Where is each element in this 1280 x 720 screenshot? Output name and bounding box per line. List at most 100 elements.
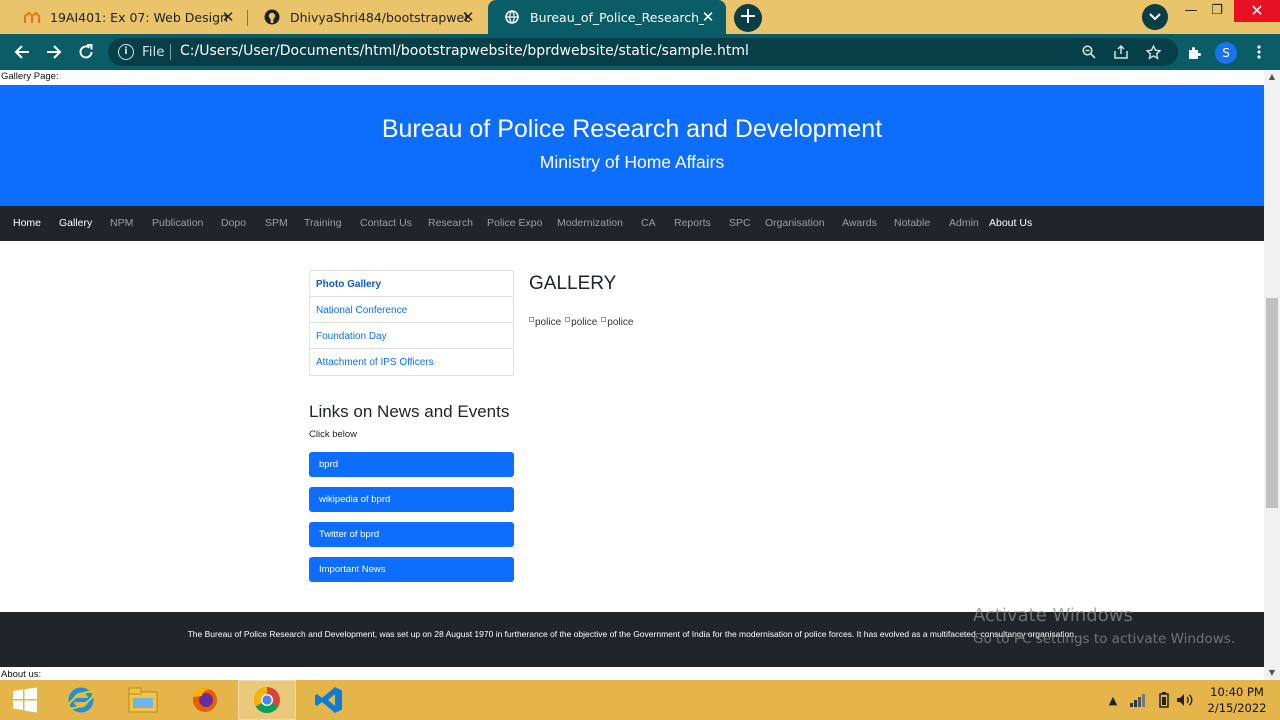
bookmark-star-icon[interactable]: [1144, 43, 1162, 61]
nav-dopo[interactable]: Dopo: [221, 217, 246, 229]
tab-github[interactable]: DhivyaShri484/bootstrapwebsite ✕: [248, 0, 486, 34]
tab-bprd-active[interactable]: Bureau_of_Police_Research_and_D ✕: [488, 0, 726, 34]
nav-npm[interactable]: NPM: [110, 217, 133, 229]
nav-awards[interactable]: Awards: [842, 217, 877, 229]
tab-title: DhivyaShri484/bootstrapwebsite: [290, 9, 470, 25]
close-tab-icon[interactable]: ✕: [220, 9, 236, 25]
gallery-images: police police police: [529, 317, 633, 328]
broken-image: police: [529, 317, 561, 328]
nav-organisation[interactable]: Organisation: [765, 217, 825, 229]
taskbar-file-explorer[interactable]: [114, 680, 172, 720]
taskbar-chrome[interactable]: [238, 680, 296, 720]
sidebar-item-photo-gallery[interactable]: Photo Gallery: [310, 271, 513, 297]
windows-taskbar: ▲ 10:40 PM 2/15/2022: [0, 680, 1280, 720]
battery-icon[interactable]: [1156, 692, 1172, 708]
nav-contact-us[interactable]: Contact Us: [360, 217, 412, 229]
address-bar[interactable]: i File C:/Users/User/Documents/html/boot…: [108, 38, 1178, 66]
nav-spc[interactable]: SPC: [729, 217, 751, 229]
clock-date: 2/15/2022: [1207, 701, 1267, 715]
tab-search-button[interactable]: [1142, 4, 1168, 30]
sidebar-item-foundation-day[interactable]: Foundation Day: [310, 323, 513, 349]
gallery-page-label: Gallery Page:: [1, 71, 59, 82]
broken-image: police: [565, 317, 597, 328]
clock-time: 10:40 PM: [1210, 685, 1264, 699]
page-icon: [504, 9, 520, 25]
scrollbar-thumb[interactable]: [1266, 298, 1278, 508]
speaker-icon[interactable]: [1176, 692, 1194, 708]
nav-reports[interactable]: Reports: [674, 217, 711, 229]
zoom-icon[interactable]: [1080, 43, 1098, 61]
back-button[interactable]: [10, 40, 34, 64]
sidebar-item-ips-officers[interactable]: Attachment of IPS Officers: [310, 349, 513, 375]
extensions-button[interactable]: [1182, 40, 1206, 64]
page-scrollbar[interactable]: ▲ ▼: [1264, 70, 1280, 680]
scroll-down-arrow[interactable]: ▼: [1264, 666, 1280, 680]
profile-avatar[interactable]: S: [1215, 42, 1237, 64]
menu-button[interactable]: [1247, 40, 1271, 64]
file-explorer-icon: [128, 687, 158, 713]
wikipedia-link-button[interactable]: wikipedia of bprd: [309, 487, 514, 512]
start-icon: [13, 687, 37, 713]
nav-about-us[interactable]: About Us: [989, 217, 1032, 229]
nav-ca[interactable]: CA: [641, 217, 656, 229]
scroll-up-arrow[interactable]: ▲: [1264, 70, 1280, 84]
broken-image-icon: [529, 317, 534, 322]
nav-admin[interactable]: Admin: [949, 217, 979, 229]
network-signal-icon[interactable]: [1128, 692, 1148, 708]
github-icon: [264, 9, 280, 25]
nav-training[interactable]: Training: [304, 217, 342, 229]
about-us-label: About us:: [1, 669, 42, 680]
tray-overflow-icon[interactable]: ▲: [1106, 692, 1120, 708]
sidebar-item-national-conference[interactable]: National Conference: [310, 297, 513, 323]
nav-modernization[interactable]: Modernization: [557, 217, 623, 229]
reload-button[interactable]: [74, 40, 98, 64]
gallery-sidebar: Photo Gallery National Conference Founda…: [309, 270, 514, 376]
twitter-link-button[interactable]: Twitter of bprd: [309, 522, 514, 547]
activation-watermark-text: Go to PC settings to activate Windows.: [973, 631, 1236, 647]
taskbar-clock[interactable]: 10:40 PM 2/15/2022: [1200, 684, 1274, 716]
image-alt-text: police: [571, 317, 598, 328]
nav-notable[interactable]: Notable: [894, 217, 930, 229]
url-text[interactable]: C:/Users/User/Documents/html/bootstrapwe…: [180, 43, 749, 59]
nav-gallery[interactable]: Gallery: [59, 217, 92, 229]
site-header: Bureau of Police Research and Developmen…: [0, 85, 1264, 206]
tab-moodle[interactable]: 19AI401: Ex 07: Web Design using ✕: [8, 0, 246, 34]
address-divider: [170, 44, 171, 60]
site-title: Bureau of Police Research and Developmen…: [381, 115, 883, 143]
image-alt-text: police: [535, 317, 562, 328]
nav-spm[interactable]: SPM: [265, 217, 288, 229]
forward-button[interactable]: [42, 40, 66, 64]
scheme-label: File: [142, 44, 165, 60]
browser-tab-strip: 19AI401: Ex 07: Web Design using ✕ Dhivy…: [0, 0, 1280, 34]
nav-research[interactable]: Research: [428, 217, 473, 229]
links-heading: Links on News and Events: [309, 402, 510, 421]
taskbar-firefox[interactable]: [176, 680, 234, 720]
new-tab-button[interactable]: +: [734, 4, 762, 32]
restore-button[interactable]: ❐: [1200, 0, 1234, 22]
links-subtitle: Click below: [309, 429, 358, 440]
taskbar-vscode[interactable]: [300, 680, 358, 720]
broken-image-icon: [565, 317, 571, 322]
nav-police-expo[interactable]: Police Expo: [487, 217, 542, 229]
close-tab-icon[interactable]: ✕: [460, 9, 476, 25]
close-tab-icon[interactable]: ✕: [700, 9, 716, 25]
tab-title: Bureau_of_Police_Research_and_D: [530, 9, 704, 25]
important-news-button[interactable]: Important News: [309, 557, 514, 582]
bprd-link-button[interactable]: bprd: [309, 452, 514, 477]
info-icon[interactable]: i: [118, 44, 134, 60]
browser-toolbar: i File C:/Users/User/Documents/html/boot…: [0, 34, 1280, 70]
start-button[interactable]: [0, 680, 50, 720]
close-window-button[interactable]: ✕: [1234, 0, 1280, 22]
nav-publication[interactable]: Publication: [152, 217, 203, 229]
reload-icon: [79, 44, 93, 59]
chevron-down-icon: [1149, 13, 1161, 21]
share-icon[interactable]: [1112, 43, 1130, 61]
site-subtitle: Ministry of Home Affairs: [539, 152, 725, 172]
tab-title: 19AI401: Ex 07: Web Design using: [50, 9, 230, 25]
puzzle-icon: [1188, 46, 1201, 59]
taskbar-internet-explorer[interactable]: [52, 680, 110, 720]
nav-home[interactable]: Home: [13, 217, 41, 229]
main-navbar: Home Gallery NPM Publication Dopo SPM Tr…: [0, 206, 1264, 241]
vscode-icon: [315, 687, 342, 713]
chrome-icon: [253, 686, 280, 714]
